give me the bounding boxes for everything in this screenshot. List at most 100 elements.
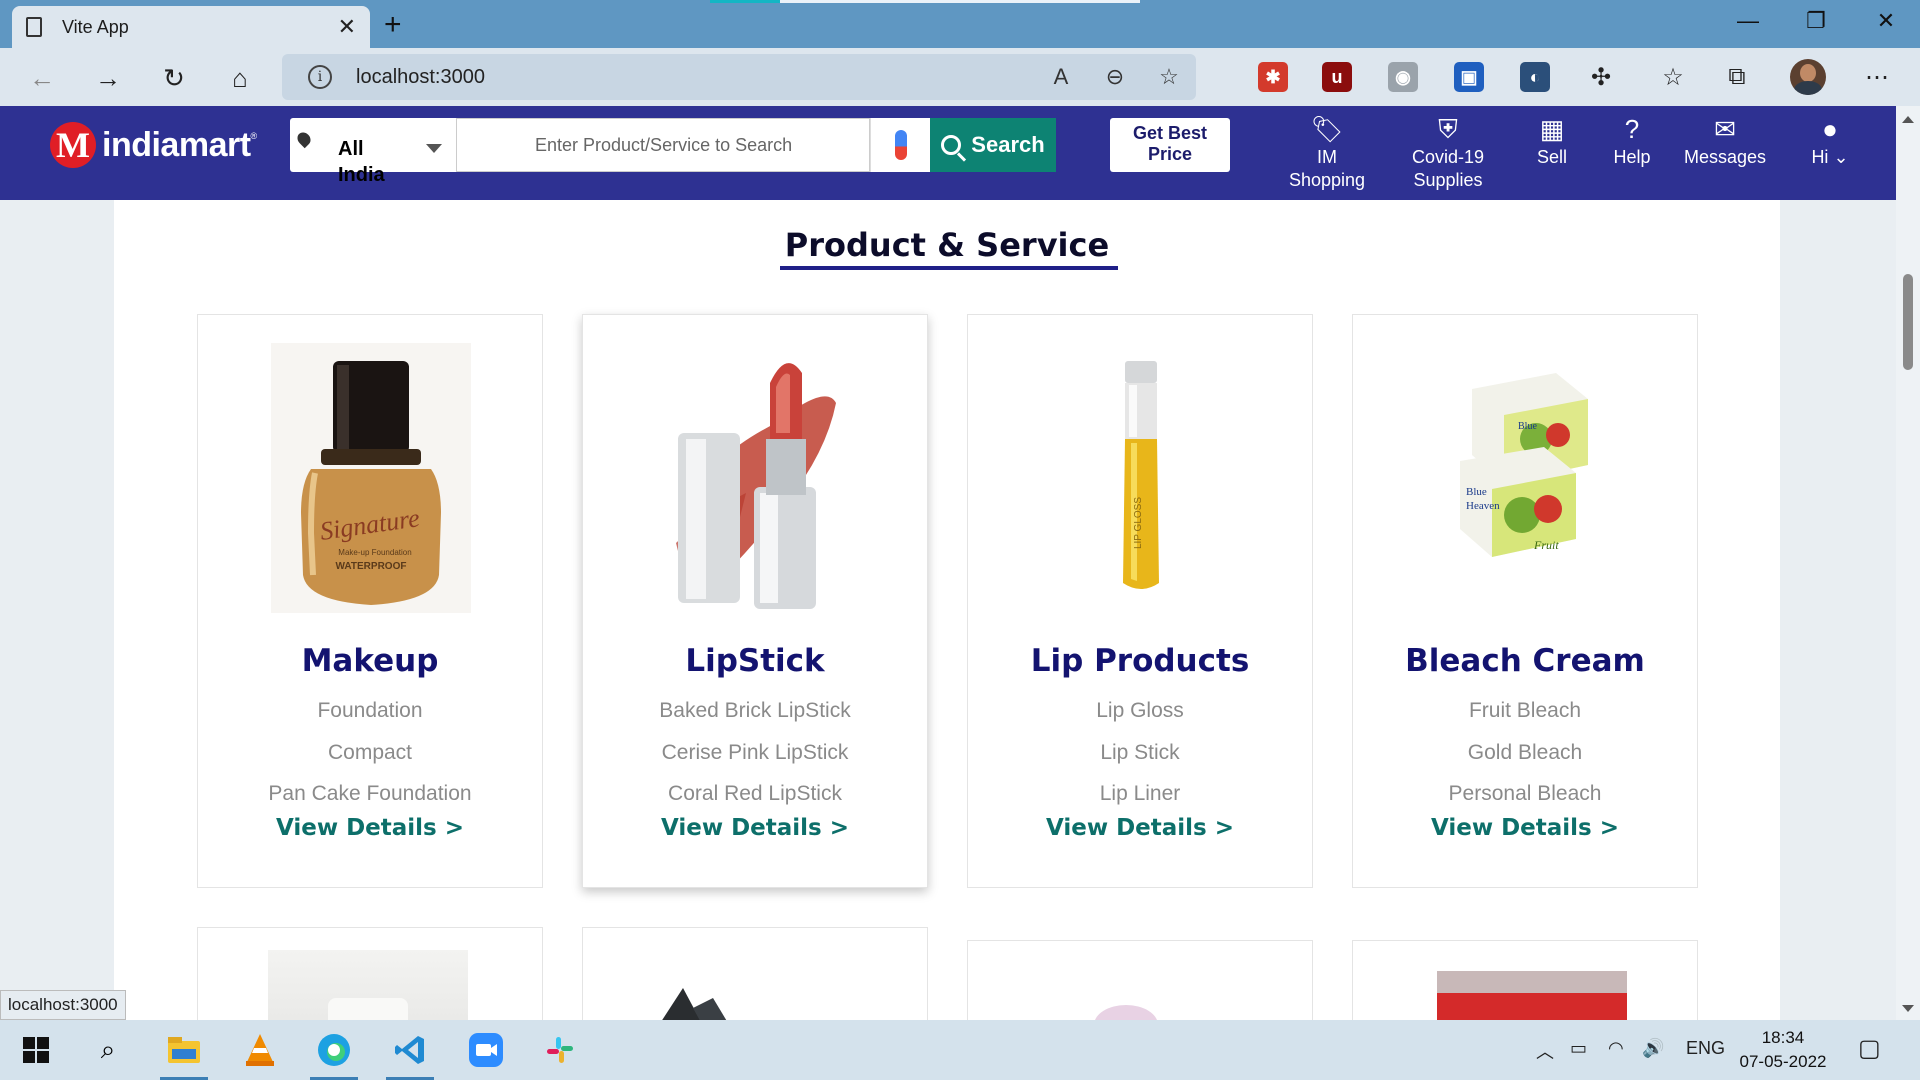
restore-button[interactable]: ❐	[1786, 8, 1846, 34]
svg-text:Blue: Blue	[1518, 421, 1537, 432]
windows-start-icon[interactable]	[16, 1030, 56, 1070]
product-item[interactable]: Compact	[198, 741, 542, 765]
search-icon[interactable]: ⌕	[88, 1030, 128, 1070]
reload-button[interactable]: ↻	[156, 60, 192, 96]
product-item[interactable]: Lip Stick	[968, 741, 1312, 765]
product-item[interactable]: Pan Cake Foundation	[198, 782, 542, 806]
notification-center-icon[interactable]: ▢	[1858, 1034, 1881, 1063]
site-info-icon[interactable]: i	[308, 65, 332, 89]
question-icon: ?	[1624, 114, 1640, 144]
scrollbar-thumb[interactable]	[1903, 274, 1913, 370]
product-item[interactable]: Lip Liner	[968, 782, 1312, 806]
collections-icon[interactable]: ⧉	[1720, 60, 1754, 94]
extension-paw-icon[interactable]: ✱	[1258, 62, 1288, 92]
edge-browser-icon[interactable]	[310, 1030, 358, 1080]
nav-sell[interactable]: ▦ Sell	[1528, 112, 1576, 169]
product-name[interactable]: LipStick	[583, 643, 927, 679]
vertical-scrollbar[interactable]	[1896, 106, 1920, 1020]
registered-mark: ®	[250, 131, 258, 141]
nav-help[interactable]: ? Help	[1606, 112, 1658, 169]
product-item[interactable]: Cerise Pink LipStick	[583, 741, 927, 765]
voice-search-button[interactable]	[870, 118, 930, 172]
vscode-icon[interactable]	[386, 1030, 434, 1080]
minimize-button[interactable]: —	[1718, 8, 1778, 34]
view-details-link[interactable]: View Details >	[968, 815, 1312, 841]
address-url[interactable]: localhost:3000	[356, 66, 1034, 89]
lip-gloss-tube-image: LIP GLOSS	[1123, 361, 1159, 589]
product-item[interactable]: Baked Brick LipStick	[583, 699, 927, 723]
profile-avatar[interactable]	[1790, 59, 1826, 95]
forward-button[interactable]: →	[90, 60, 126, 96]
browser-tab[interactable]: Vite App ✕	[12, 6, 370, 48]
extensions-icon[interactable]: ✣	[1584, 60, 1618, 94]
product-name[interactable]: Lip Products	[968, 643, 1312, 679]
zoom-icon[interactable]: ⊖	[1088, 64, 1142, 90]
product-card-row2-1[interactable]	[197, 927, 543, 1020]
scroll-up-arrow[interactable]	[1902, 116, 1914, 123]
tag-icon: 🏷	[1310, 114, 1344, 144]
view-details-link[interactable]: View Details >	[198, 815, 542, 841]
product-card-row2-4[interactable]	[1352, 940, 1698, 1020]
product-image-detail	[1437, 993, 1627, 1020]
home-button[interactable]: ⌂	[222, 60, 258, 96]
product-item[interactable]: Gold Bleach	[1353, 741, 1697, 765]
product-item[interactable]: Fruit Bleach	[1353, 699, 1697, 723]
favorite-add-icon[interactable]: ☆	[1142, 64, 1196, 90]
view-details-link[interactable]: View Details >	[583, 815, 927, 841]
vlc-icon[interactable]	[240, 1030, 280, 1070]
search-input[interactable]	[456, 118, 870, 172]
extension-window-icon[interactable]: ◐	[1520, 62, 1550, 92]
product-item[interactable]: Lip Gloss	[968, 699, 1312, 723]
camera-extension-icon[interactable]: ◉	[1388, 62, 1418, 92]
product-item[interactable]: Personal Bleach	[1353, 782, 1697, 806]
view-details-link[interactable]: View Details >	[1353, 815, 1697, 841]
address-bar[interactable]: i localhost:3000 A ⊖ ☆	[282, 54, 1196, 100]
slack-icon[interactable]	[540, 1030, 580, 1070]
shield-plus-icon: ⛨	[1438, 114, 1458, 144]
search-button[interactable]: Search	[930, 118, 1056, 172]
file-explorer-icon[interactable]	[160, 1030, 208, 1080]
battery-icon[interactable]: ▭	[1570, 1038, 1587, 1059]
location-pin-icon	[294, 129, 314, 149]
show-hidden-icons[interactable]: ︿	[1536, 1038, 1554, 1064]
location-select[interactable]: All India	[290, 118, 456, 186]
nav-user[interactable]: ● Hi ⌄	[1802, 112, 1858, 169]
main-content: Product & Service Signature Make-up Foun…	[114, 200, 1780, 1020]
taskbar-clock[interactable]: 18:34 07-05-2022	[1730, 1026, 1836, 1074]
product-item[interactable]: Foundation	[198, 699, 542, 723]
scroll-down-arrow[interactable]	[1902, 1005, 1914, 1012]
wifi-icon[interactable]: ◠	[1608, 1038, 1624, 1059]
product-name[interactable]: Bleach Cream	[1353, 643, 1697, 679]
nav-label: Help	[1613, 147, 1651, 167]
chat-icon: ✉	[1714, 114, 1736, 144]
product-card-makeup[interactable]: Signature Make-up Foundation WATERPROOF …	[197, 314, 543, 888]
language-indicator[interactable]: ENG	[1686, 1038, 1725, 1059]
product-card-lip-products[interactable]: LIP GLOSS Lip Products Lip Gloss Lip Sti…	[967, 314, 1313, 888]
product-card-lipstick[interactable]: LipStick Baked Brick LipStick Cerise Pin…	[582, 314, 928, 888]
new-tab-button[interactable]: +	[384, 8, 402, 42]
browser-tab-strip: Vite App ✕ + — ❐ ✕	[0, 0, 1920, 48]
product-card-row2-2[interactable]	[582, 927, 928, 1020]
nav-covid-supplies[interactable]: ⛨ Covid-19 Supplies	[1398, 112, 1498, 192]
product-item[interactable]: Coral Red LipStick	[583, 782, 927, 806]
nav-messages[interactable]: ✉ Messages	[1682, 112, 1768, 169]
ublock-icon[interactable]: u	[1322, 62, 1352, 92]
close-window-button[interactable]: ✕	[1856, 8, 1916, 34]
favorites-icon[interactable]: ☆	[1656, 60, 1690, 94]
product-name[interactable]: Makeup	[198, 643, 542, 679]
indiamart-logo[interactable]: M indiamart ®	[50, 120, 257, 170]
back-button[interactable]: ←	[24, 60, 60, 96]
title-underline	[780, 266, 1118, 270]
product-card-bleach-cream[interactable]: Blue Blue Heaven Fruit Bleach Cream Frui…	[1352, 314, 1698, 888]
clock-time: 18:34	[1761, 1028, 1805, 1047]
nav-label: Sell	[1536, 147, 1567, 167]
extension-blue-icon[interactable]: ▣	[1454, 62, 1484, 92]
get-best-price-button[interactable]: Get Best Price	[1110, 118, 1230, 172]
more-menu-icon[interactable]: ⋯	[1860, 60, 1894, 94]
product-card-row2-3[interactable]	[967, 940, 1313, 1020]
nav-im-shopping[interactable]: 🏷 IM Shopping	[1282, 112, 1372, 192]
read-aloud-icon[interactable]: A	[1034, 64, 1088, 90]
volume-icon[interactable]: 🔊	[1642, 1038, 1664, 1059]
close-tab-icon[interactable]: ✕	[338, 14, 356, 40]
zoom-app-icon[interactable]	[466, 1030, 506, 1070]
